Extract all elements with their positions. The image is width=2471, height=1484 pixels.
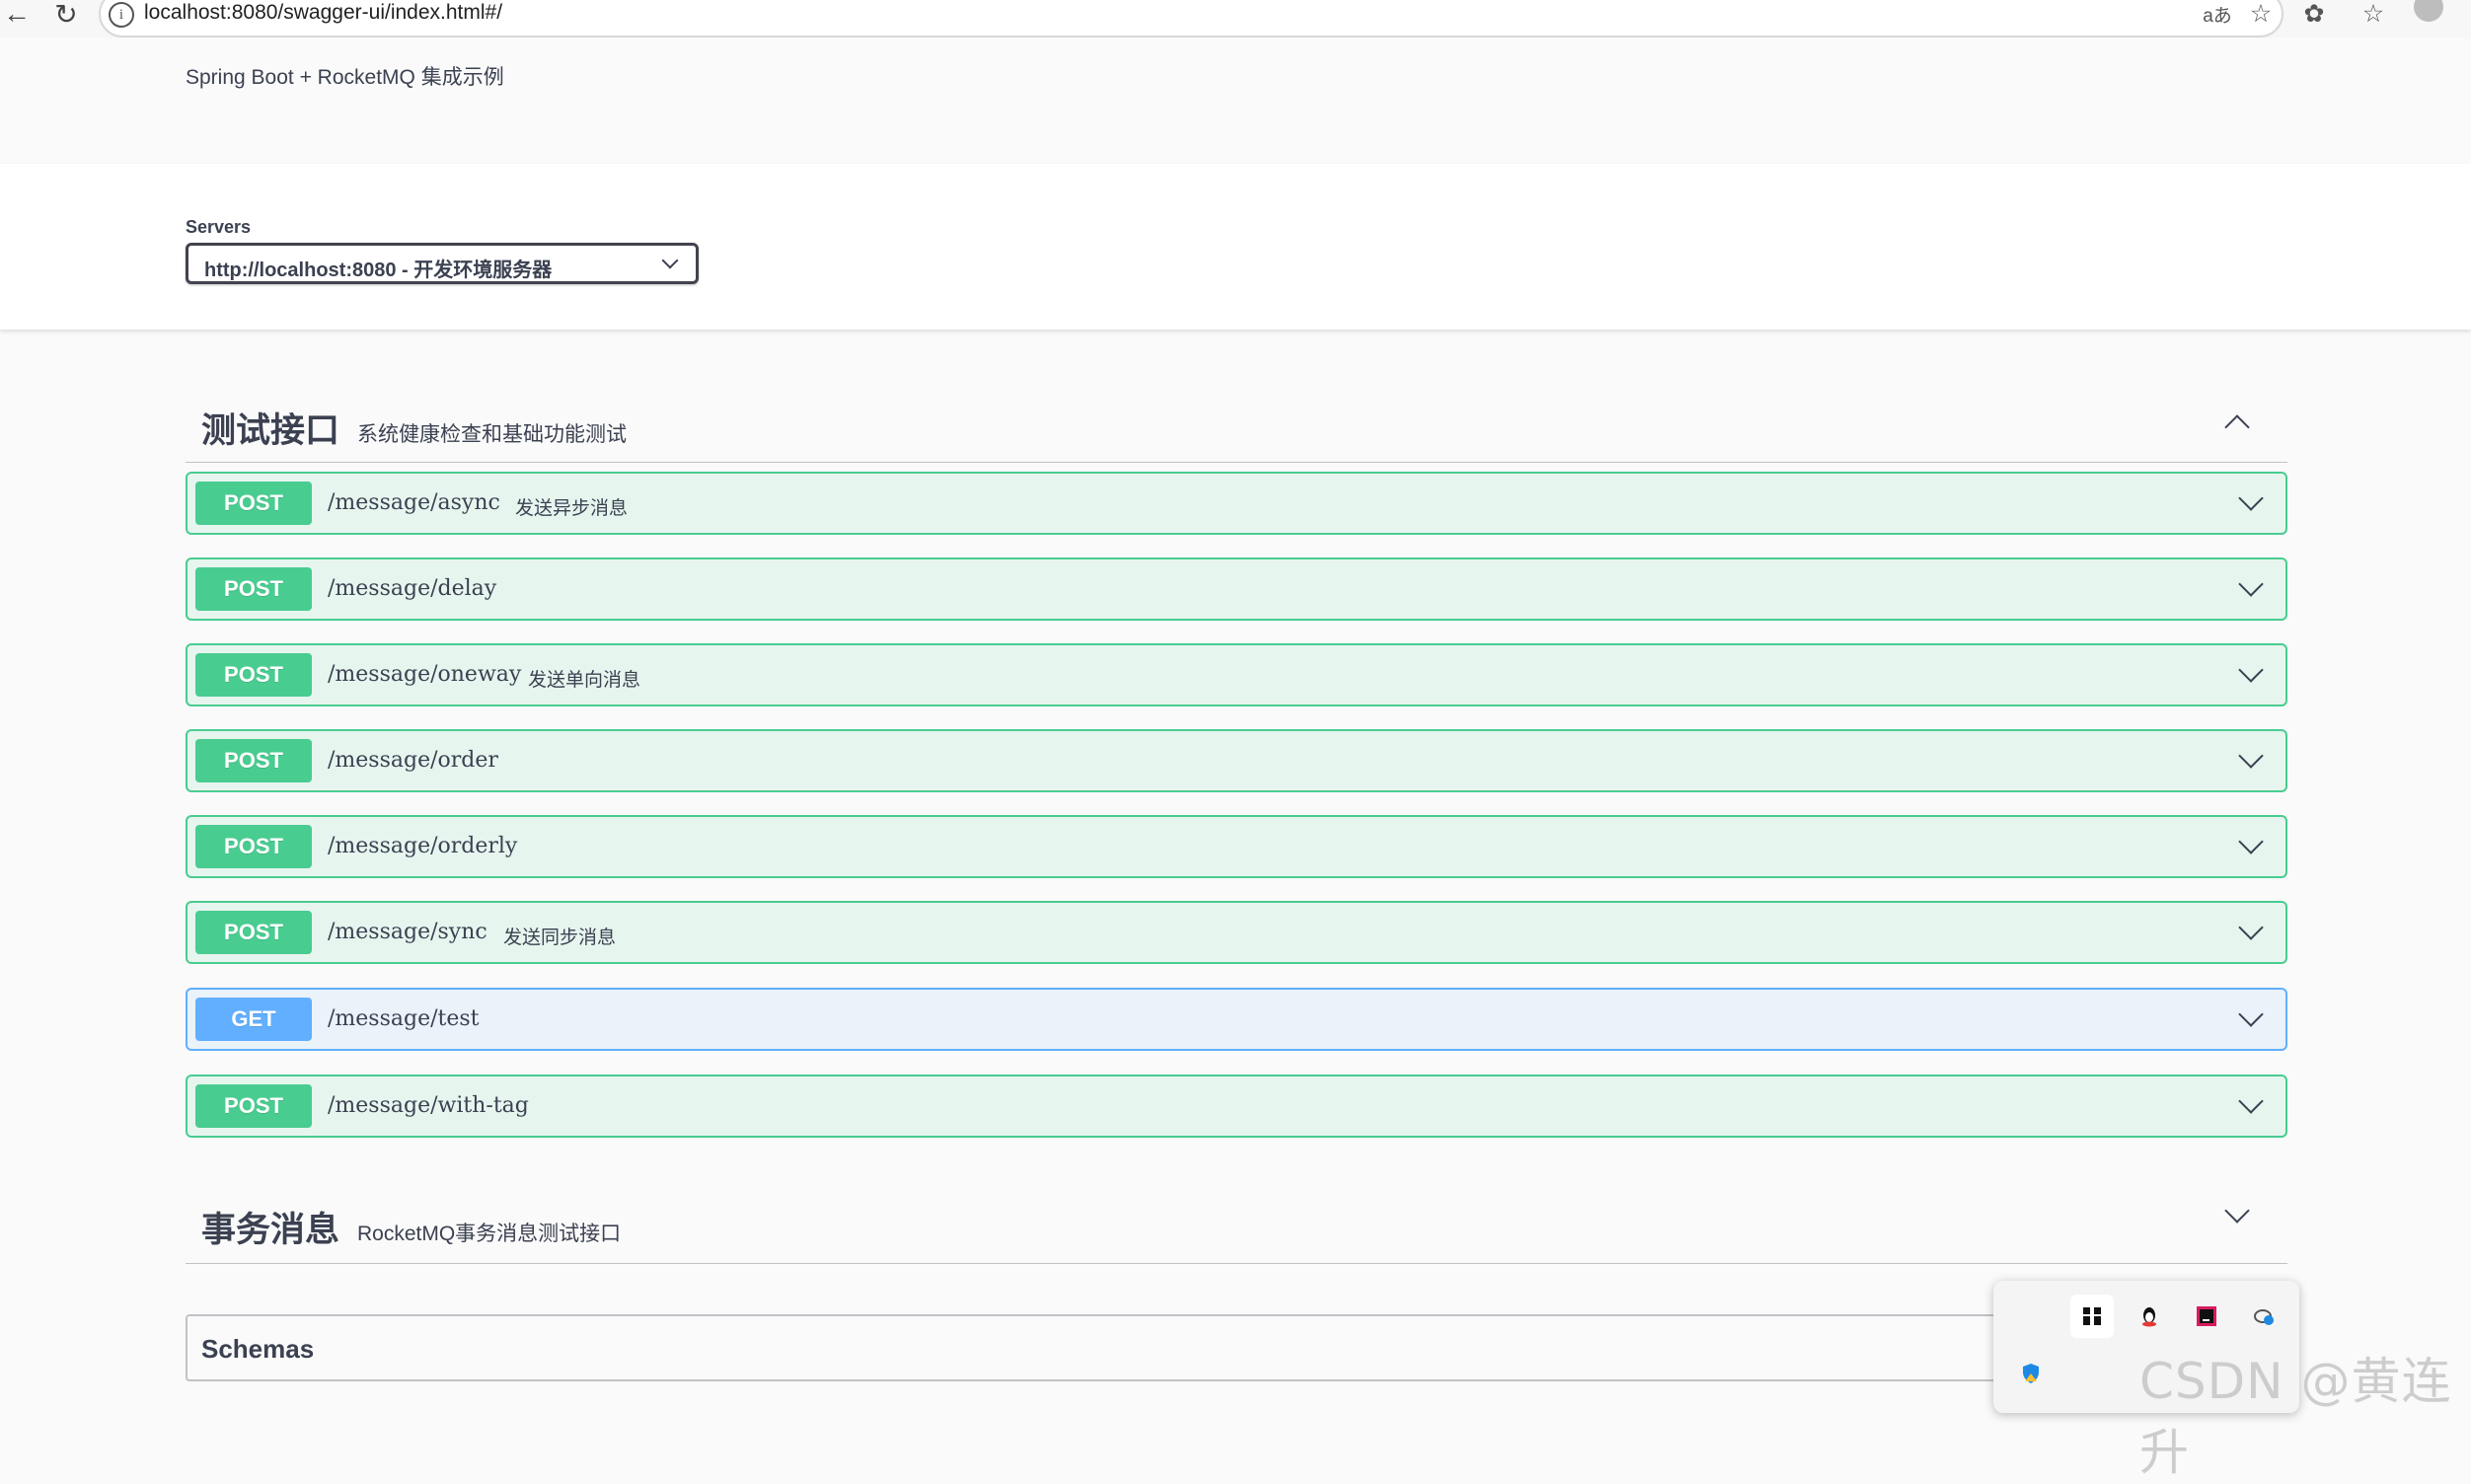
chevron-down-icon[interactable] (2238, 915, 2264, 940)
api-info: Spring Boot + RocketMQ 集成示例 (0, 37, 2471, 164)
favorites-icon[interactable]: ☆ (2359, 0, 2388, 28)
method-badge: POST (195, 739, 312, 782)
schemas-section[interactable]: Schemas (186, 1314, 2287, 1381)
chevron-down-icon (661, 252, 679, 269)
method-badge: POST (195, 1084, 312, 1128)
operation-summary: 发送同步消息 (503, 928, 617, 948)
operation-path: /message/oneway (328, 662, 522, 687)
operation-path: /message/sync (328, 920, 487, 944)
chevron-down-icon[interactable] (2238, 829, 2264, 854)
method-badge: POST (195, 567, 312, 611)
server-select[interactable]: http://localhost:8080 - 开发环境服务器 (186, 243, 699, 284)
tag-title: 事务消息 (201, 1211, 340, 1249)
profile-avatar[interactable] (2414, 0, 2443, 22)
tag-header-transaction[interactable]: 事务消息 RocketMQ事务消息测试接口 (186, 1182, 2287, 1264)
app-tray-icon[interactable] (2070, 1295, 2114, 1338)
tag-description: 系统健康检查和基础功能测试 (357, 423, 627, 446)
opblock-post-message-oneway[interactable]: POST /message/oneway 发送单向消息 (186, 643, 2287, 706)
opblock-get-message-test[interactable]: GET /message/test (186, 988, 2287, 1051)
security-shield-icon[interactable] (2009, 1352, 2053, 1395)
opblock-post-message-sync[interactable]: POST /message/sync 发送同步消息 (186, 901, 2287, 964)
reload-icon[interactable]: ↻ (49, 0, 83, 30)
servers-section: Servers http://localhost:8080 - 开发环境服务器 (0, 164, 2471, 330)
opblock-post-message-orderly[interactable]: POST /message/orderly (186, 815, 2287, 878)
operation-path: /message/order (328, 748, 498, 773)
star-icon[interactable]: ☆ (2246, 0, 2276, 28)
operation-path: /message/with-tag (328, 1093, 529, 1118)
tag-header-test[interactable]: 测试接口 系统健康检查和基础功能测试 (186, 383, 2287, 463)
method-badge: GET (195, 998, 312, 1041)
chevron-up-icon[interactable] (2224, 414, 2250, 440)
chevron-down-icon[interactable] (2224, 1198, 2250, 1224)
operation-summary: 发送单向消息 (528, 670, 641, 691)
tag-title: 测试接口 (201, 411, 340, 450)
opblock-post-message-async[interactable]: POST /message/async 发送异步消息 (186, 472, 2287, 535)
back-arrow-icon[interactable]: ← (0, 0, 34, 29)
watermark: CSDN @黄连升 (2139, 1353, 2452, 1481)
api-description: Spring Boot + RocketMQ 集成示例 (186, 66, 504, 89)
operation-path: /message/async (328, 490, 500, 515)
method-badge: POST (195, 482, 312, 525)
extensions-icon[interactable]: ✿ (2299, 0, 2329, 28)
chevron-down-icon[interactable] (2238, 743, 2264, 769)
schemas-title: Schemas (201, 1334, 315, 1364)
chevron-down-icon[interactable] (2238, 657, 2264, 683)
method-badge: POST (195, 911, 312, 954)
operation-summary: 发送异步消息 (515, 498, 629, 519)
browser-toolbar: ← ↻ i localhost:8080/swagger-ui/index.ht… (0, 0, 2471, 37)
chevron-down-icon[interactable] (2238, 1088, 2264, 1114)
method-badge: POST (195, 653, 312, 697)
operation-path: /message/orderly (328, 834, 518, 858)
site-info-icon[interactable]: i (109, 2, 134, 28)
cloud-sync-icon[interactable] (2242, 1295, 2285, 1338)
operation-path: /message/delay (328, 576, 497, 601)
opblock-post-message-with-tag[interactable]: POST /message/with-tag (186, 1075, 2287, 1138)
server-selected-value: http://localhost:8080 - 开发环境服务器 (204, 260, 553, 281)
servers-label: Servers (186, 217, 252, 237)
chevron-down-icon[interactable] (2238, 1002, 2264, 1027)
opblock-post-message-delay[interactable]: POST /message/delay (186, 557, 2287, 621)
operation-path: /message/test (328, 1006, 480, 1031)
url-text[interactable]: localhost:8080/swagger-ui/index.html#/ (144, 0, 502, 26)
jetbrains-icon[interactable] (2185, 1295, 2228, 1338)
chevron-down-icon[interactable] (2238, 485, 2264, 511)
method-badge: POST (195, 825, 312, 868)
chevron-down-icon[interactable] (2238, 571, 2264, 597)
tag-description: RocketMQ事务消息测试接口 (357, 1223, 622, 1245)
qq-icon[interactable] (2128, 1295, 2171, 1338)
opblock-post-message-order[interactable]: POST /message/order (186, 729, 2287, 792)
translate-icon[interactable]: aあ (2203, 0, 2232, 28)
